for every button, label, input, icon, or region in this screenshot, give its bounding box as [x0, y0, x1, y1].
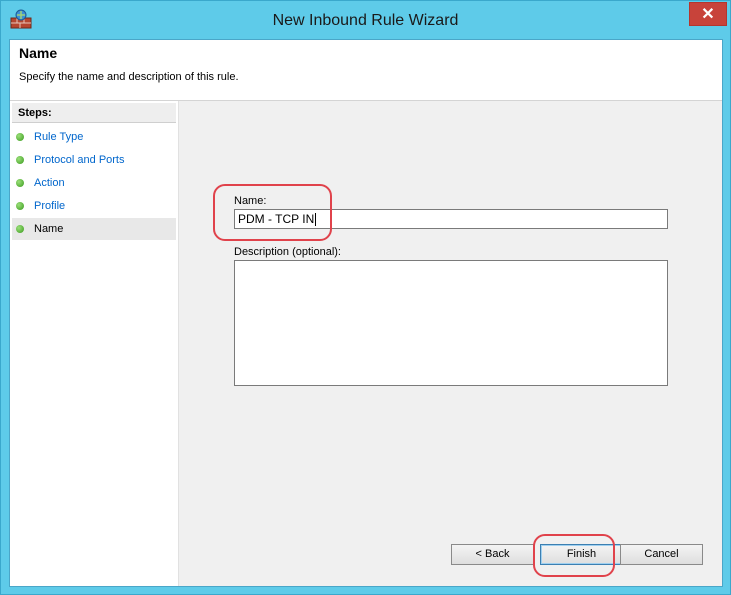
page-title: Name	[19, 45, 58, 61]
window-title: New Inbound Rule Wizard	[272, 12, 459, 29]
step-label: Name	[34, 223, 64, 235]
close-button[interactable]: ✕	[689, 2, 727, 26]
main-panel: Name: PDM - TCP IN Description (optional…	[178, 101, 722, 586]
step-rule-type[interactable]: Rule Type	[12, 126, 176, 148]
cancel-button[interactable]: Cancel	[620, 544, 703, 565]
step-label: Profile	[34, 200, 66, 212]
wizard-window: New Inbound Rule Wizard ✕ Name Specify t…	[0, 0, 731, 595]
step-label: Rule Type	[34, 131, 84, 143]
step-protocol-and-ports[interactable]: Protocol and Ports	[12, 149, 176, 171]
title-bar[interactable]: New Inbound Rule Wizard ✕	[1, 1, 730, 39]
steps-heading: Steps:	[12, 103, 176, 123]
steps-sidebar: Steps: Rule Type Protocol and Ports Acti…	[10, 101, 178, 586]
step-complete-icon	[16, 179, 24, 187]
step-complete-icon	[16, 202, 24, 210]
page-header: Name Specify the name and description of…	[10, 40, 722, 101]
back-button[interactable]: < Back	[451, 544, 534, 565]
step-action[interactable]: Action	[12, 172, 176, 194]
description-input[interactable]	[234, 260, 668, 386]
close-icon: ✕	[701, 6, 715, 23]
finish-annotation-highlight	[533, 534, 615, 577]
step-complete-icon	[16, 225, 24, 233]
step-label: Protocol and Ports	[34, 154, 125, 166]
step-complete-icon	[16, 133, 24, 141]
step-label: Action	[34, 177, 65, 189]
wizard-client-area: Name Specify the name and description of…	[9, 39, 723, 587]
name-annotation-highlight	[213, 184, 332, 241]
step-complete-icon	[16, 156, 24, 164]
step-profile[interactable]: Profile	[12, 195, 176, 217]
description-field-label: Description (optional):	[234, 246, 341, 258]
step-name-current: Name	[12, 218, 176, 240]
page-subtitle: Specify the name and description of this…	[19, 71, 239, 83]
